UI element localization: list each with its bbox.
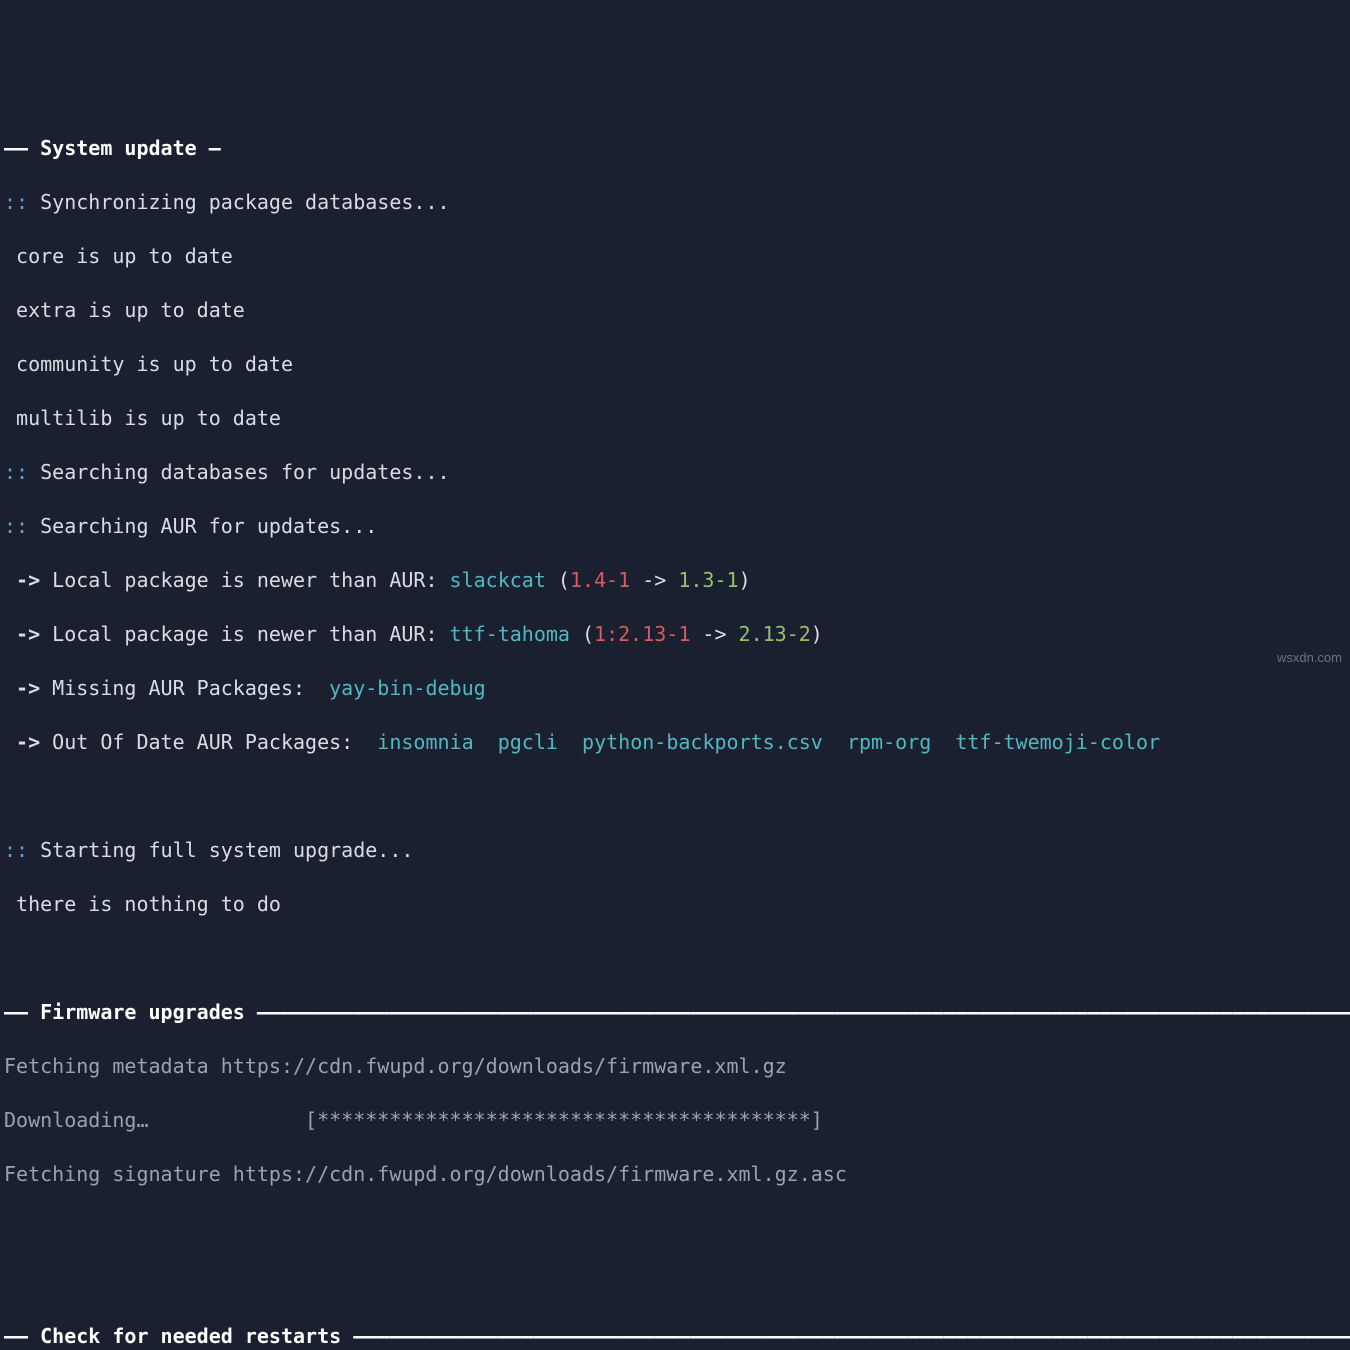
line-newer-0: -> Local package is newer than AUR: slac… [4,567,1346,594]
line-fw-sig: Fetching signature https://cdn.fwupd.org… [4,1161,1346,1188]
line-fw-download: Downloading… [**************************… [4,1107,1346,1134]
line-multilib: multilib is up to date [4,405,1346,432]
blank-line [4,1269,1346,1296]
blank-line [4,1215,1346,1242]
line-search-aur: :: Searching AUR for updates... [4,513,1346,540]
section-rule-system-update: —— System update — [4,135,1346,162]
line-newer-1: -> Local package is newer than AUR: ttf-… [4,621,1346,648]
line-upgrade-start: :: Starting full system upgrade... [4,837,1346,864]
blank-line [4,783,1346,810]
line-outofdate: -> Out Of Date AUR Packages: insomnia pg… [4,729,1346,756]
watermark: wsxdn.com [1277,644,1342,671]
line-extra: extra is up to date [4,297,1346,324]
line-upgrade-nothing: there is nothing to do [4,891,1346,918]
line-core: core is up to date [4,243,1346,270]
line-search-db: :: Searching databases for updates... [4,459,1346,486]
blank-line [4,945,1346,972]
line-sync: :: Synchronizing package databases... [4,189,1346,216]
line-missing: -> Missing AUR Packages: yay-bin-debug [4,675,1346,702]
line-community: community is up to date [4,351,1346,378]
section-rule-firmware: —— Firmware upgrades ———————————————————… [4,999,1346,1026]
section-rule-restarts: —— Check for needed restarts ———————————… [4,1323,1346,1350]
terminal-output: —— System update — :: Synchronizing pack… [0,108,1350,1350]
line-fw-meta: Fetching metadata https://cdn.fwupd.org/… [4,1053,1346,1080]
